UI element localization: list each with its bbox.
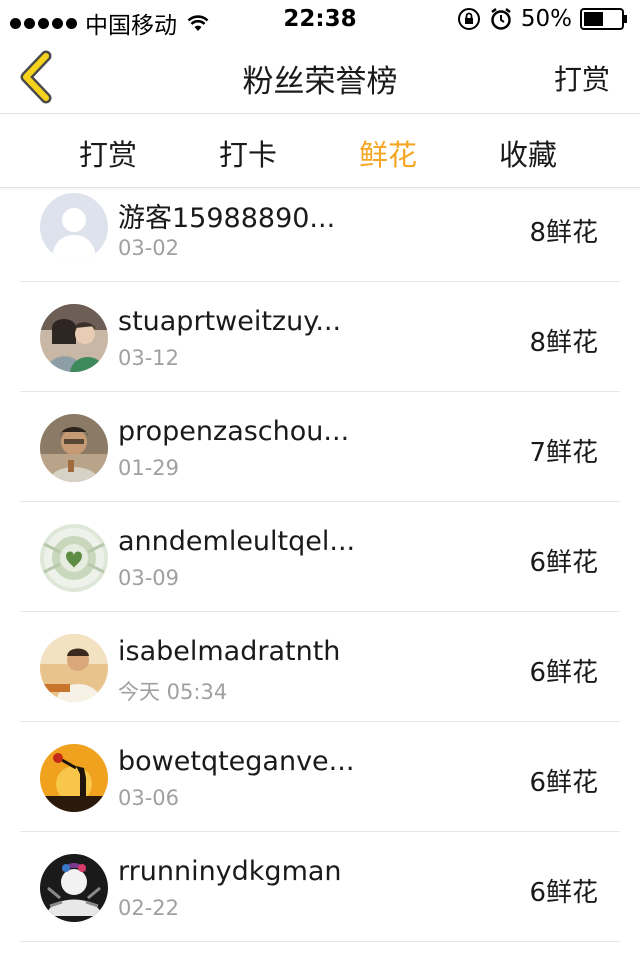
flower-count: 8鲜花 <box>529 218 598 248</box>
list-item[interactable]: stuaprtweitzuy... 03-12 8鲜花 <box>20 282 620 392</box>
list-item[interactable]: rrunninydkgman 02-22 6鲜花 <box>20 832 620 942</box>
list-item[interactable]: isabelmadratnth 今天 05:34 6鲜花 <box>20 612 620 722</box>
fan-date: 02-22 <box>118 896 180 920</box>
flower-count: 7鲜花 <box>529 438 598 468</box>
avatar <box>40 854 108 922</box>
list-item[interactable]: 游客15988890... 03-02 8鲜花 <box>20 188 620 282</box>
page-title: 粉丝荣誉榜 <box>242 64 398 100</box>
fan-name: propenzaschou... <box>118 416 350 447</box>
flower-count: 8鲜花 <box>529 328 598 358</box>
avatar <box>40 193 108 261</box>
avatar <box>40 524 108 592</box>
status-right: 50% <box>457 6 628 32</box>
flower-count: 6鲜花 <box>529 878 598 908</box>
fan-name: rrunninydkgman <box>118 856 342 887</box>
fan-name: isabelmadratnth <box>118 636 341 667</box>
rotation-lock-icon <box>457 8 480 30</box>
fan-date: 03-06 <box>118 786 180 810</box>
fan-date: 今天 05:34 <box>118 680 228 704</box>
tab-bar: 打赏 打卡 鲜花 收藏 <box>0 114 640 188</box>
fan-date: 03-02 <box>118 236 180 260</box>
fan-name: stuaprtweitzuy... <box>118 306 342 337</box>
avatar <box>40 414 108 482</box>
avatar <box>40 634 108 702</box>
tab-favorites[interactable]: 收藏 <box>468 132 588 174</box>
status-bar: 中国移动 22:38 50% <box>0 0 640 40</box>
avatar <box>40 304 108 372</box>
alarm-icon <box>491 8 511 30</box>
nav-bar: 粉丝荣誉榜 打赏 <box>0 40 640 114</box>
fan-name: bowetqteganve... <box>118 746 355 777</box>
fan-date: 03-12 <box>118 346 180 370</box>
fan-date: 03-09 <box>118 566 180 590</box>
avatar <box>40 744 108 812</box>
flower-count: 6鲜花 <box>529 548 598 578</box>
fan-list: 游客15988890... 03-02 8鲜花 stuaprtweitzuy..… <box>0 188 640 942</box>
list-item[interactable]: propenzaschou... 01-29 7鲜花 <box>20 392 620 502</box>
reward-button[interactable]: 打赏 <box>554 58 610 98</box>
list-item[interactable]: anndemleultqel... 03-09 6鲜花 <box>20 502 620 612</box>
flower-count: 6鲜花 <box>529 658 598 688</box>
tab-reward[interactable]: 打赏 <box>48 132 168 174</box>
fan-name: 游客15988890... <box>118 203 336 234</box>
battery-label: 50% <box>520 6 572 32</box>
fan-date: 01-29 <box>118 456 180 480</box>
tab-flowers[interactable]: 鲜花 <box>328 132 448 174</box>
fan-name: anndemleultqel... <box>118 526 356 557</box>
battery-icon <box>580 8 627 30</box>
tab-checkin[interactable]: 打卡 <box>188 132 308 174</box>
flower-count: 6鲜花 <box>529 768 598 798</box>
list-item[interactable]: bowetqteganve... 03-06 6鲜花 <box>20 722 620 832</box>
